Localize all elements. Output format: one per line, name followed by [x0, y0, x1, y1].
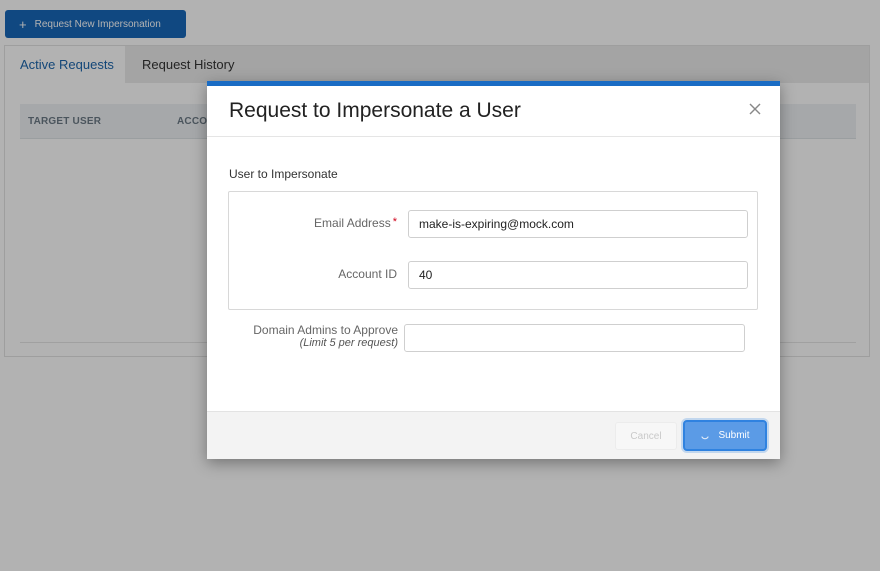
account-id-input[interactable]	[408, 261, 748, 289]
user-fields-group: Email Address* Account ID	[228, 191, 758, 310]
email-address-label-text: Email Address	[314, 216, 391, 230]
impersonate-user-dialog: Request to Impersonate a User User to Im…	[207, 81, 780, 459]
submit-button[interactable]: Submit	[683, 420, 767, 451]
email-address-label: Email Address *	[269, 216, 397, 230]
email-address-input[interactable]	[408, 210, 748, 238]
domain-admins-label-text: Domain Admins to Approve	[253, 323, 398, 337]
domain-admins-label: Domain Admins to Approve (Limit 5 per re…	[227, 323, 398, 349]
loading-spinner-icon	[701, 435, 710, 439]
dialog-footer: Cancel Submit	[207, 411, 780, 459]
dialog-title: Request to Impersonate a User	[229, 99, 521, 122]
dialog-header: Request to Impersonate a User	[207, 86, 780, 137]
cancel-button[interactable]: Cancel	[615, 422, 677, 450]
close-icon[interactable]	[748, 102, 762, 116]
section-label-user-to-impersonate: User to Impersonate	[229, 167, 338, 181]
domain-admins-sublabel: (Limit 5 per request)	[299, 337, 398, 349]
required-marker: *	[392, 216, 397, 228]
account-id-label: Account ID	[338, 267, 397, 281]
submit-label: Submit	[718, 430, 750, 441]
domain-admins-input[interactable]	[404, 324, 745, 352]
